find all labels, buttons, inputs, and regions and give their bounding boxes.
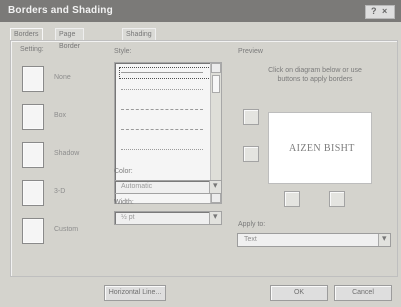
chevron-down-icon[interactable] <box>209 180 221 193</box>
scroll-thumb[interactable] <box>212 75 220 93</box>
style-solid-line[interactable] <box>121 72 203 73</box>
title-controls: ? × <box>365 5 395 19</box>
setting-custom-label: Custom <box>54 226 79 233</box>
style-dashed-line[interactable] <box>121 109 203 110</box>
window-title: Borders and Shading <box>8 5 113 16</box>
setting-box-icon <box>22 104 44 130</box>
scroll-up-button[interactable] <box>211 63 221 73</box>
setting-none-icon <box>22 66 44 92</box>
tab-borders-label: Borders <box>14 31 39 38</box>
scroll-down-button[interactable] <box>211 193 221 203</box>
apply-to-label: Apply to: <box>238 221 266 228</box>
style-long-dash-line[interactable] <box>121 129 203 130</box>
setting-custom-icon <box>22 218 44 244</box>
top-border-button[interactable] <box>243 109 259 125</box>
setting-custom[interactable]: Custom <box>22 218 102 246</box>
right-border-button[interactable] <box>329 191 345 207</box>
setting-none-label: None <box>54 74 71 81</box>
borders-and-shading-dialog: Borders and Shading ? × Borders Page Bor… <box>0 0 401 307</box>
preview-diagram[interactable]: AIZEN BISHT <box>268 112 372 184</box>
apply-to-dropdown[interactable]: Text <box>237 233 391 247</box>
width-value: ½ pt <box>121 214 135 221</box>
help-button[interactable]: ? <box>371 6 377 16</box>
setting-box-label: Box <box>54 112 67 119</box>
setting-none[interactable]: None <box>22 66 102 94</box>
setting-box[interactable]: Box <box>22 104 102 132</box>
style-selection <box>119 67 211 79</box>
style-dotted-line[interactable] <box>121 89 203 90</box>
preview-hint: Click on diagram below or use buttons to… <box>268 67 362 83</box>
setting-3d[interactable]: 3-D <box>22 180 102 208</box>
preview-text: AIZEN BISHT <box>289 143 355 154</box>
cancel-button[interactable]: Cancel <box>334 285 392 301</box>
setting-shadow[interactable]: Shadow <box>22 142 102 170</box>
horizontal-line-button[interactable]: Horizontal Line... <box>104 285 166 301</box>
apply-to-value: Text <box>244 236 257 243</box>
color-label: Color: <box>114 168 133 175</box>
setting-3d-label: 3-D <box>54 188 66 195</box>
setting-shadow-icon <box>22 142 44 168</box>
setting-label: Setting: <box>20 46 44 53</box>
setting-shadow-label: Shadow <box>54 150 80 157</box>
tab-shading-label: Shading <box>126 31 152 38</box>
setting-3d-icon <box>22 180 44 206</box>
ok-button[interactable]: OK <box>270 285 328 301</box>
width-dropdown[interactable]: ½ pt <box>114 211 222 225</box>
color-dropdown[interactable]: Automatic <box>114 180 222 194</box>
chevron-down-icon[interactable] <box>209 211 221 224</box>
style-label: Style: <box>114 48 132 55</box>
style-dash-dot-line[interactable] <box>121 149 203 150</box>
color-value: Automatic <box>121 183 153 190</box>
preview-label: Preview <box>238 48 263 55</box>
chevron-down-icon[interactable] <box>378 233 390 246</box>
left-border-button[interactable] <box>284 191 300 207</box>
width-label: Width: <box>114 199 134 206</box>
title-bar: Borders and Shading ? × <box>0 0 401 22</box>
close-button[interactable]: × <box>382 6 387 16</box>
bottom-border-button[interactable] <box>243 146 259 162</box>
